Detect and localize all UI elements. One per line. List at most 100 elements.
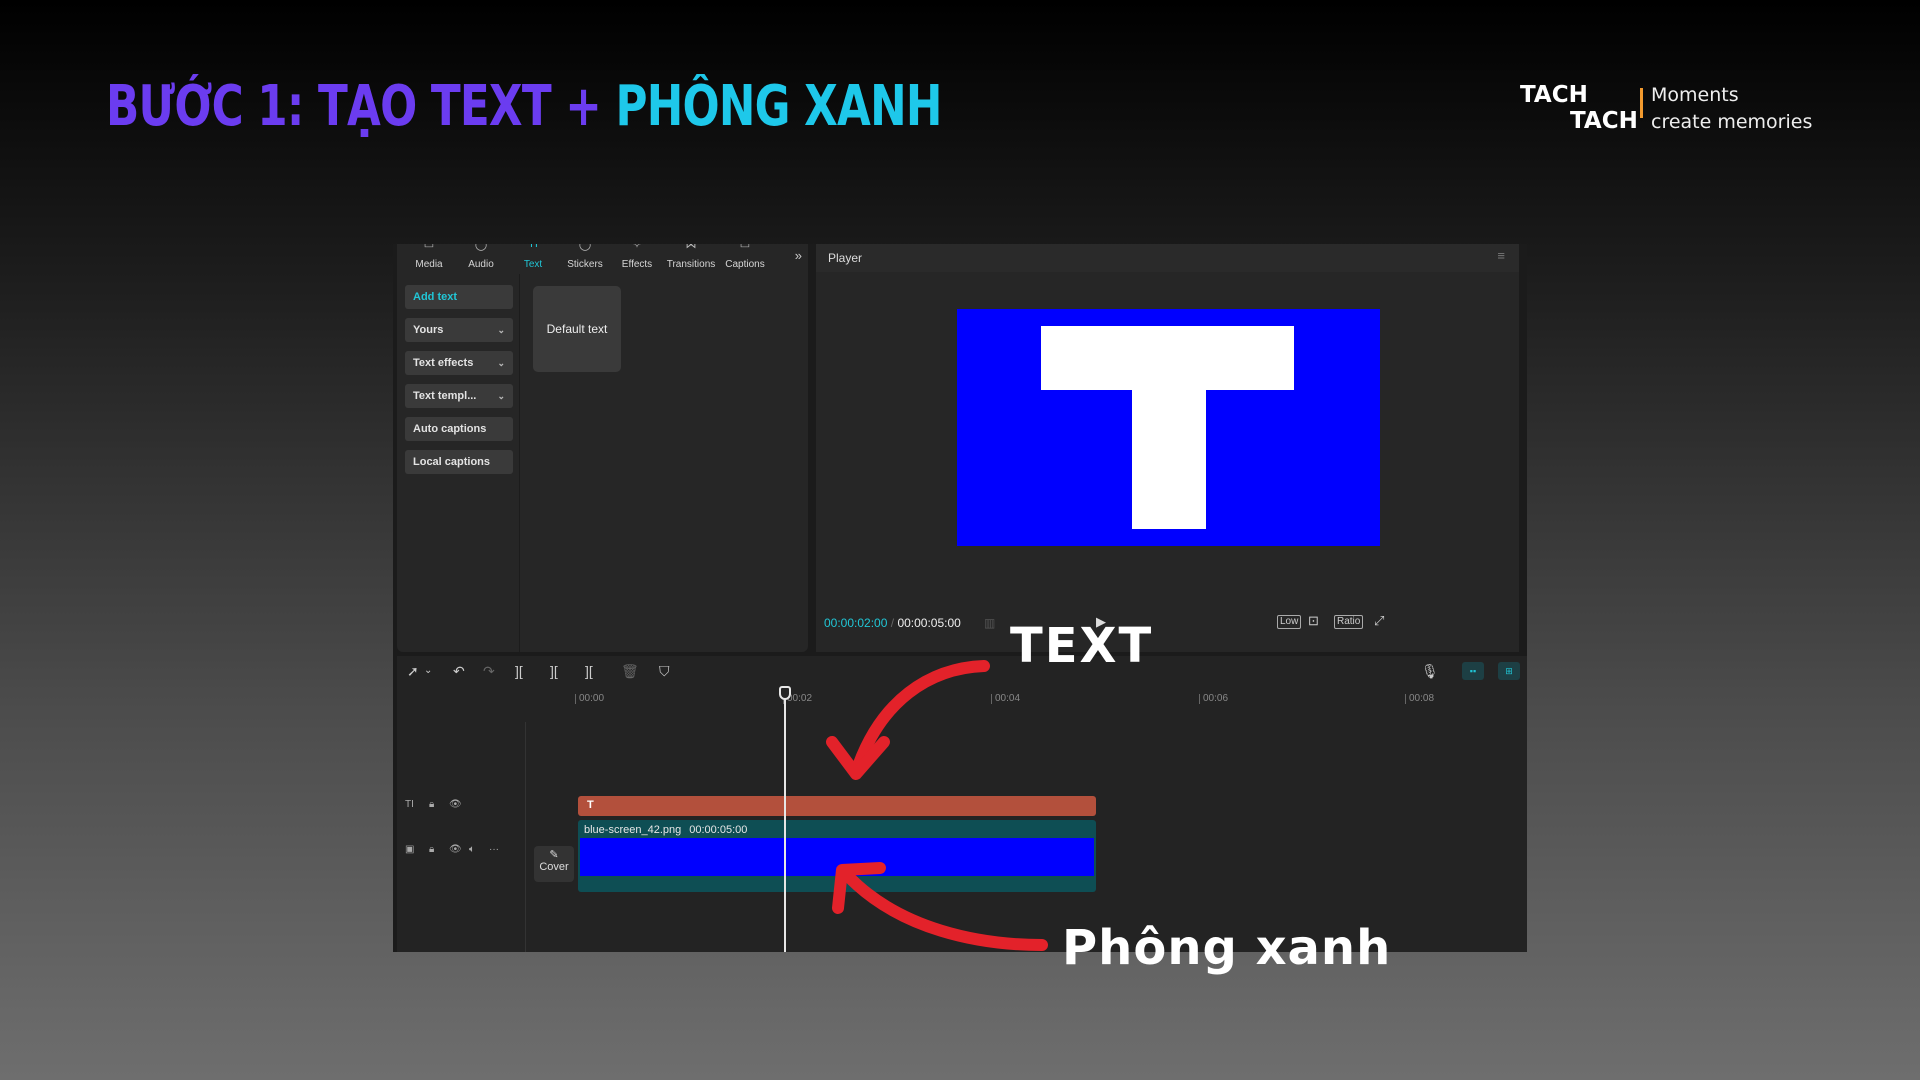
nav-yours-label: Yours [413, 324, 444, 336]
tab-text-label: Text [523, 259, 543, 270]
nav-text-effects[interactable]: Text effects ⌄ [405, 351, 513, 375]
time-separator: / [890, 616, 895, 630]
tab-effects-label: Effects [621, 259, 653, 270]
menu-icon[interactable]: ≡ [1497, 248, 1505, 263]
text-icon: TI [528, 244, 538, 250]
playhead-handle[interactable] [779, 686, 791, 700]
total-time: 00:00:05:00 [897, 616, 961, 630]
tab-text[interactable]: TI Text [507, 244, 559, 274]
media-icon: ▭ [423, 244, 435, 251]
redo-icon[interactable]: ↷ [483, 663, 495, 680]
brand-line2: TACH [1570, 108, 1638, 134]
tab-effects[interactable]: ✧ Effects [611, 244, 663, 274]
chevron-down-icon[interactable]: ⌄ [424, 665, 432, 676]
player-title: Player [828, 251, 863, 265]
default-text-label: Default text [546, 322, 608, 336]
slide-title: BƯỚC 1: TẠO TEXT + PHÔNG XANH [106, 74, 942, 139]
text-clip[interactable]: T [578, 796, 1096, 816]
timecode-grid-icon: ▥ [984, 616, 996, 630]
trim-right-icon[interactable]: ][ [585, 663, 593, 679]
eye-icon[interactable]: 👁︎ [449, 799, 462, 810]
nav-local-captions[interactable]: Local captions [405, 450, 513, 474]
snapshot-icon[interactable]: ⊡ [1308, 613, 1319, 629]
microphone-icon[interactable]: 🎙 [1421, 663, 1439, 680]
text-track-header: TI 🔒︎ 👁︎ [397, 799, 525, 813]
current-time: 00:00:02:00 [824, 616, 888, 630]
pencil-icon: ✎ [549, 849, 559, 861]
undo-icon[interactable]: ↶ [453, 663, 465, 680]
green-screen-callout-label: Phông xanh [1062, 920, 1392, 976]
chevron-down-icon: ⌄ [497, 358, 505, 368]
tab-transitions-label: Transitions [666, 259, 716, 270]
timeline-toolbar: ➚ ⌄ ↶ ↷ ][ ][ ][ 🗑 ⛉ 🎙 ▪▪ ⊞ [397, 656, 1527, 686]
tagline-line1: Moments [1651, 84, 1739, 106]
captions-icon: ▭ [739, 244, 751, 251]
more-icon[interactable]: ··· [489, 844, 499, 855]
timeline-ruler[interactable]: 00:00 00:02 00:04 00:06 00:08 [575, 686, 1527, 708]
nav-add-text[interactable]: Add text [405, 285, 513, 309]
chevron-down-icon: ⌄ [497, 325, 505, 335]
video-clip[interactable]: blue-screen_42.png 00:00:05:00 [578, 820, 1096, 892]
magnet-snap-icon[interactable]: ⊞ [1498, 662, 1520, 680]
editor-window: ▭ Media ◯ Audio TI Text ◯ Stickers ✧ Effects … [393, 244, 1527, 952]
asset-panel: ▭ Media ◯ Audio TI Text ◯ Stickers ✧ Effects … [397, 244, 808, 652]
eye-icon[interactable]: 👁︎ [449, 844, 462, 855]
tab-stickers[interactable]: ◯ Stickers [559, 244, 611, 274]
effects-icon: ✧ [632, 244, 642, 251]
tab-transitions[interactable]: ⋈ Transitions [663, 244, 719, 274]
tab-media[interactable]: ▭ Media [403, 244, 455, 274]
nav-auto-captions[interactable]: Auto captions [405, 417, 513, 441]
slide-title-highlight: PHÔNG XANH [615, 74, 943, 139]
transitions-icon: ⋈ [685, 244, 697, 251]
brand-wordmark: TACH TACH [1520, 82, 1638, 136]
cover-label: Cover [539, 861, 569, 873]
brand-tagline: Moments create memories [1651, 82, 1812, 136]
chevron-down-icon: ⌄ [497, 391, 505, 401]
stickers-icon: ◯ [578, 244, 592, 251]
player-timecode: 00:00:02:00 / 00:00:05:00 [824, 616, 961, 630]
video-clip-name: blue-screen_42.png [584, 824, 682, 836]
ruler-tick: 00:00 [575, 694, 604, 704]
split-icon[interactable]: ][ [515, 663, 523, 679]
video-preview[interactable] [957, 309, 1380, 546]
lock-icon[interactable]: 🔒︎ [429, 844, 434, 855]
cover-button[interactable]: ✎ Cover [534, 846, 574, 882]
asset-toolbar: ▭ Media ◯ Audio TI Text ◯ Stickers ✧ Effects … [397, 244, 808, 274]
speaker-icon[interactable]: 🔈︎ [469, 844, 475, 855]
link-clips-icon[interactable]: ▪▪ [1462, 662, 1484, 680]
nav-auto-captions-label: Auto captions [413, 423, 487, 435]
nav-text-effects-label: Text effects [413, 357, 474, 369]
text-clip-label: T [587, 799, 594, 811]
video-track-header: ▣ 🔒︎ 👁︎ 🔈︎ ··· [397, 844, 525, 858]
text-sidenav: Add text Yours ⌄ Text effects ⌄ Text templ… [397, 274, 520, 652]
tab-audio-label: Audio [468, 259, 494, 270]
shield-icon[interactable]: ⛉ [659, 663, 670, 680]
text-track-icon: TI [405, 799, 414, 810]
brand-logo: TACH TACH Moments create memories [1520, 82, 1812, 136]
fullscreen-icon[interactable]: ⤢ [1374, 613, 1384, 629]
delete-icon[interactable]: 🗑 [621, 663, 639, 680]
video-clip-label: blue-screen_42.png 00:00:05:00 [584, 824, 747, 836]
default-text-preset[interactable]: Default text [533, 286, 621, 372]
audio-icon: ◯ [474, 244, 488, 251]
quality-low-button[interactable]: Low [1277, 615, 1302, 629]
nav-add-text-label: Add text [413, 291, 457, 303]
tab-captions[interactable]: ▭ Captions [719, 244, 771, 274]
player-panel: Player ≡ 00:00:02:00 / 00:00:05:00 ▥ ▶ L… [816, 244, 1519, 652]
lock-icon[interactable]: 🔒︎ [429, 799, 434, 810]
video-clip-thumbnail [580, 838, 1094, 876]
ratio-button[interactable]: Ratio [1334, 615, 1364, 629]
tab-captions-label: Captions [725, 259, 765, 270]
more-tabs-icon[interactable]: » [795, 248, 802, 263]
preview-letter-t-stem [1132, 369, 1206, 529]
nav-local-captions-label: Local captions [413, 456, 491, 468]
trim-left-icon[interactable]: ][ [550, 663, 558, 679]
select-cursor-icon[interactable]: ➚ [407, 663, 419, 680]
track-header-divider [525, 722, 526, 952]
nav-yours[interactable]: Yours ⌄ [405, 318, 513, 342]
nav-text-templates[interactable]: Text templ... ⌄ [405, 384, 513, 408]
tab-audio[interactable]: ◯ Audio [455, 244, 507, 274]
playhead-line[interactable] [784, 686, 786, 952]
nav-text-templates-label: Text templ... [413, 390, 477, 402]
ruler-tick: 00:04 [991, 694, 1020, 704]
